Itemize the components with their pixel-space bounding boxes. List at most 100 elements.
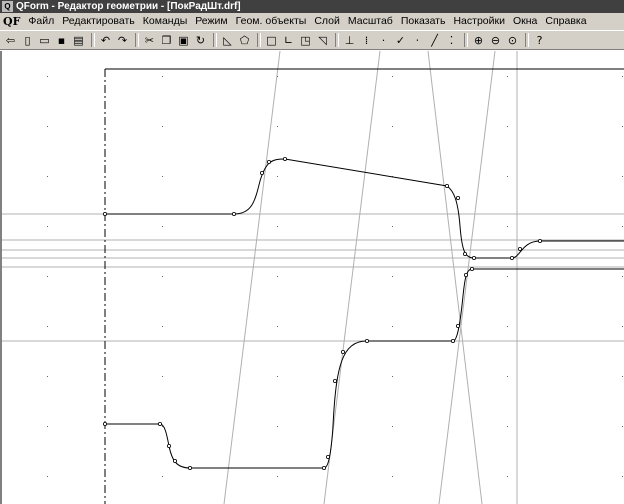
- grid-dot: [392, 476, 393, 477]
- grid-dot: [47, 176, 48, 177]
- profile-node[interactable]: [266, 160, 271, 165]
- grid-dot: [47, 426, 48, 427]
- redo-icon[interactable]: ↷: [115, 33, 130, 48]
- dots-icon[interactable]: ⁚: [444, 33, 459, 48]
- lower-profile-curve[interactable]: [105, 268, 624, 469]
- save-icon[interactable]: ▪: [54, 33, 69, 48]
- paste-icon[interactable]: ▣: [176, 33, 191, 48]
- copy-icon[interactable]: ❐: [159, 33, 174, 48]
- grid-dot: [622, 276, 623, 277]
- grid-dot: [277, 126, 278, 127]
- axis-icon[interactable]: ⊥: [342, 33, 357, 48]
- app-logo[interactable]: QF: [3, 15, 20, 28]
- grid-dot: [507, 176, 508, 177]
- line-icon[interactable]: ╱: [427, 33, 442, 48]
- profile-node[interactable]: [455, 195, 460, 200]
- point-icon[interactable]: ·: [376, 33, 391, 48]
- profile-node[interactable]: [103, 211, 108, 216]
- geometry-drawing[interactable]: [2, 51, 624, 504]
- menu-layer[interactable]: Слой: [310, 13, 344, 30]
- profile-node[interactable]: [364, 338, 369, 343]
- profile-node[interactable]: [450, 338, 455, 343]
- check-icon[interactable]: ✓: [393, 33, 408, 48]
- menu-settings[interactable]: Настройки: [449, 13, 509, 30]
- grid-dot: [277, 476, 278, 477]
- menu-bar: QF Файл Редактировать Команды Режим Геом…: [0, 13, 624, 30]
- new-file-icon[interactable]: ▯: [20, 33, 35, 48]
- profile-node[interactable]: [259, 171, 264, 176]
- profile-node[interactable]: [509, 255, 514, 260]
- menu-scale[interactable]: Масштаб: [344, 13, 397, 30]
- profile-node[interactable]: [325, 454, 330, 459]
- profile-node[interactable]: [444, 183, 449, 188]
- menu-geom-objects[interactable]: Геом. объекты: [232, 13, 311, 30]
- grid-dot: [392, 126, 393, 127]
- grid-dot: [162, 376, 163, 377]
- grid-snap-icon[interactable]: ⁞: [359, 33, 374, 48]
- menu-help[interactable]: Справка: [541, 13, 590, 30]
- profile-node[interactable]: [321, 465, 326, 470]
- profile-node[interactable]: [463, 272, 468, 277]
- toolbar-separator: [91, 33, 95, 47]
- zoom-out-icon[interactable]: ⊖: [488, 33, 503, 48]
- polyline-icon[interactable]: ◺: [220, 33, 235, 48]
- drawing-canvas[interactable]: [0, 51, 624, 504]
- grid-dot: [507, 476, 508, 477]
- grid-dot: [47, 76, 48, 77]
- grid-dot: [277, 326, 278, 327]
- grid-dot: [392, 76, 393, 77]
- grid-dot: [622, 226, 623, 227]
- trim-icon[interactable]: ◹: [315, 33, 330, 48]
- menu-mode[interactable]: Режим: [191, 13, 231, 30]
- zoom-fit-icon[interactable]: ⊙: [505, 33, 520, 48]
- cut-icon[interactable]: ✂: [142, 33, 157, 48]
- help-icon[interactable]: ?: [532, 33, 547, 48]
- corner-icon[interactable]: ∟: [281, 33, 296, 48]
- profile-node[interactable]: [518, 246, 523, 251]
- rectangle-icon[interactable]: □: [264, 33, 279, 48]
- toolbar-separator: [135, 33, 139, 47]
- exit-icon[interactable]: ⇦: [3, 33, 18, 48]
- profile-node[interactable]: [469, 266, 474, 271]
- grid-dot: [507, 376, 508, 377]
- profile-node[interactable]: [538, 238, 543, 243]
- offset-icon[interactable]: ◳: [298, 33, 313, 48]
- profile-node[interactable]: [157, 421, 162, 426]
- menu-show[interactable]: Показать: [397, 13, 450, 30]
- grid-dot: [392, 276, 393, 277]
- profile-node[interactable]: [471, 255, 476, 260]
- menu-edit[interactable]: Редактировать: [58, 13, 139, 30]
- grid-dot: [162, 326, 163, 327]
- profile-node[interactable]: [231, 211, 236, 216]
- toolbar-separator: [525, 33, 529, 47]
- grid-dot: [392, 376, 393, 377]
- profile-node[interactable]: [103, 421, 108, 426]
- profile-node[interactable]: [166, 443, 171, 448]
- profile-node[interactable]: [282, 157, 287, 162]
- profile-node[interactable]: [187, 465, 192, 470]
- zoom-in-icon[interactable]: ⊕: [471, 33, 486, 48]
- refresh-icon[interactable]: ↻: [193, 33, 208, 48]
- grid-dot: [277, 226, 278, 227]
- profile-node[interactable]: [455, 323, 460, 328]
- menu-commands[interactable]: Команды: [139, 13, 192, 30]
- profile-node[interactable]: [462, 251, 467, 256]
- toolbar-separator: [213, 33, 217, 47]
- polygon-icon[interactable]: ⬠: [237, 33, 252, 48]
- app-icon: Q: [2, 1, 13, 12]
- node-icon[interactable]: ⋅: [410, 33, 425, 48]
- profile-node[interactable]: [172, 458, 177, 463]
- profile-node[interactable]: [340, 349, 345, 354]
- grid-dot: [622, 376, 623, 377]
- menu-windows[interactable]: Окна: [509, 13, 541, 30]
- grid-dot: [392, 326, 393, 327]
- open-file-icon[interactable]: ▭: [37, 33, 52, 48]
- menu-file[interactable]: Файл: [24, 13, 58, 30]
- toolbar-separator: [464, 33, 468, 47]
- profile-node[interactable]: [332, 378, 337, 383]
- window-title: QForm - Редактор геометрии - [ПокРадШт.d…: [16, 1, 241, 12]
- undo-icon[interactable]: ↶: [98, 33, 113, 48]
- print-icon[interactable]: ▤: [71, 33, 86, 48]
- construction-line: [438, 51, 496, 504]
- grid-dot: [622, 476, 623, 477]
